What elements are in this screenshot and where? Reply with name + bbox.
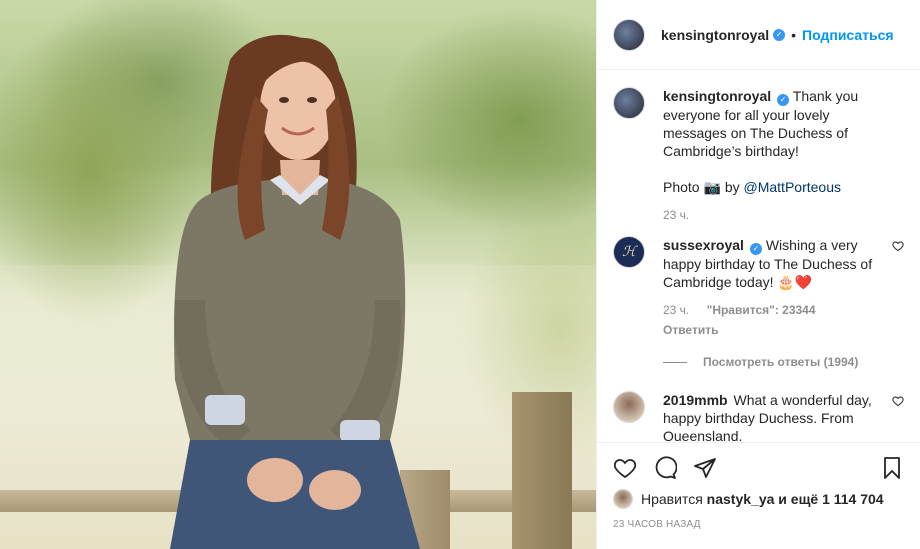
likes-middle: и ещё (778, 491, 819, 507)
verified-badge-icon: ✓ (777, 94, 790, 106)
verified-badge-icon: ✓ (773, 28, 786, 41)
comment-item: 2019mmb What a wonderful day, happy birt… (613, 391, 904, 441)
verified-badge-icon: ✓ (749, 243, 762, 255)
comment-time[interactable]: 23 ч. (663, 303, 689, 317)
credit-by: by (724, 179, 740, 195)
likes-prefix: Нравится (641, 491, 703, 507)
post-header: kensingtonroyal ✓ • Подписаться (597, 0, 920, 70)
credit-link[interactable]: @MattPorteous (744, 179, 841, 195)
photo-credit: Photo 📷 by @MattPorteous (663, 178, 882, 196)
author-avatar[interactable] (613, 18, 645, 51)
comment-like-heart-icon[interactable] (892, 395, 904, 407)
commenter-avatar[interactable] (613, 391, 645, 423)
comment-icon[interactable] (653, 456, 677, 480)
action-icons (613, 451, 904, 485)
author-avatar[interactable] (613, 87, 645, 119)
instagram-post: kensingtonroyal ✓ • Подписаться kensingt… (0, 0, 920, 549)
camera-icon: 📷 (703, 179, 721, 195)
comment-body: sussexroyal ✓ Wishing a very happy birthd… (663, 236, 904, 371)
replies-line (663, 361, 687, 363)
post-timestamp[interactable]: 23 ЧАСОВ НАЗАД (613, 519, 904, 530)
credit-prefix: Photo (663, 179, 700, 195)
post-photo[interactable] (0, 0, 596, 549)
author-username[interactable]: kensingtonroyal (661, 27, 769, 43)
view-replies-button[interactable]: Посмотреть ответы (1994) (663, 353, 882, 371)
heart-icon[interactable] (613, 456, 637, 480)
liker-avatar[interactable] (613, 489, 633, 509)
post-actions: Нравится nastyk_ya и ещё 1 114 704 23 ЧА… (597, 442, 920, 530)
follow-button[interactable]: Подписаться (802, 27, 894, 43)
comment-username[interactable]: 2019mmb (663, 392, 728, 408)
caption-body: kensingtonroyal ✓ Thank you everyone for … (663, 87, 904, 224)
comments-list[interactable]: kensingtonroyal ✓ Thank you everyone for … (597, 71, 920, 441)
commenter-avatar[interactable]: ℋ (613, 236, 645, 268)
caption: kensingtonroyal ✓ Thank you everyone for … (613, 87, 904, 224)
comment-username[interactable]: sussexroyal (663, 237, 744, 253)
caption-meta: 23 ч. (663, 206, 882, 224)
view-replies-label: Посмотреть ответы (1994) (703, 355, 859, 369)
caption-time[interactable]: 23 ч. (663, 208, 689, 222)
bookmark-icon[interactable] (880, 456, 904, 480)
reply-button[interactable]: Ответить (663, 321, 882, 339)
comment-item: ℋ sussexroyal ✓ Wishing a very happy birt… (613, 236, 904, 371)
likes-summary[interactable]: Нравится nastyk_ya и ещё 1 114 704 (613, 489, 904, 509)
comment-likes[interactable]: "Нравится": 23344 (707, 303, 816, 317)
likes-count[interactable]: 1 114 704 (822, 491, 884, 507)
comment-body: 2019mmb What a wonderful day, happy birt… (663, 391, 904, 441)
post-sidebar: kensingtonroyal ✓ • Подписаться kensingt… (596, 0, 920, 549)
woman-figure (170, 34, 420, 549)
liker-username[interactable]: nastyk_ya (707, 491, 775, 507)
caption-username[interactable]: kensingtonroyal (663, 88, 771, 104)
comment-meta: 23 ч. "Нравится": 23344 Ответить (663, 301, 882, 339)
share-icon[interactable] (693, 456, 717, 480)
comment-like-heart-icon[interactable] (892, 240, 904, 252)
separator-dot: • (791, 26, 797, 43)
